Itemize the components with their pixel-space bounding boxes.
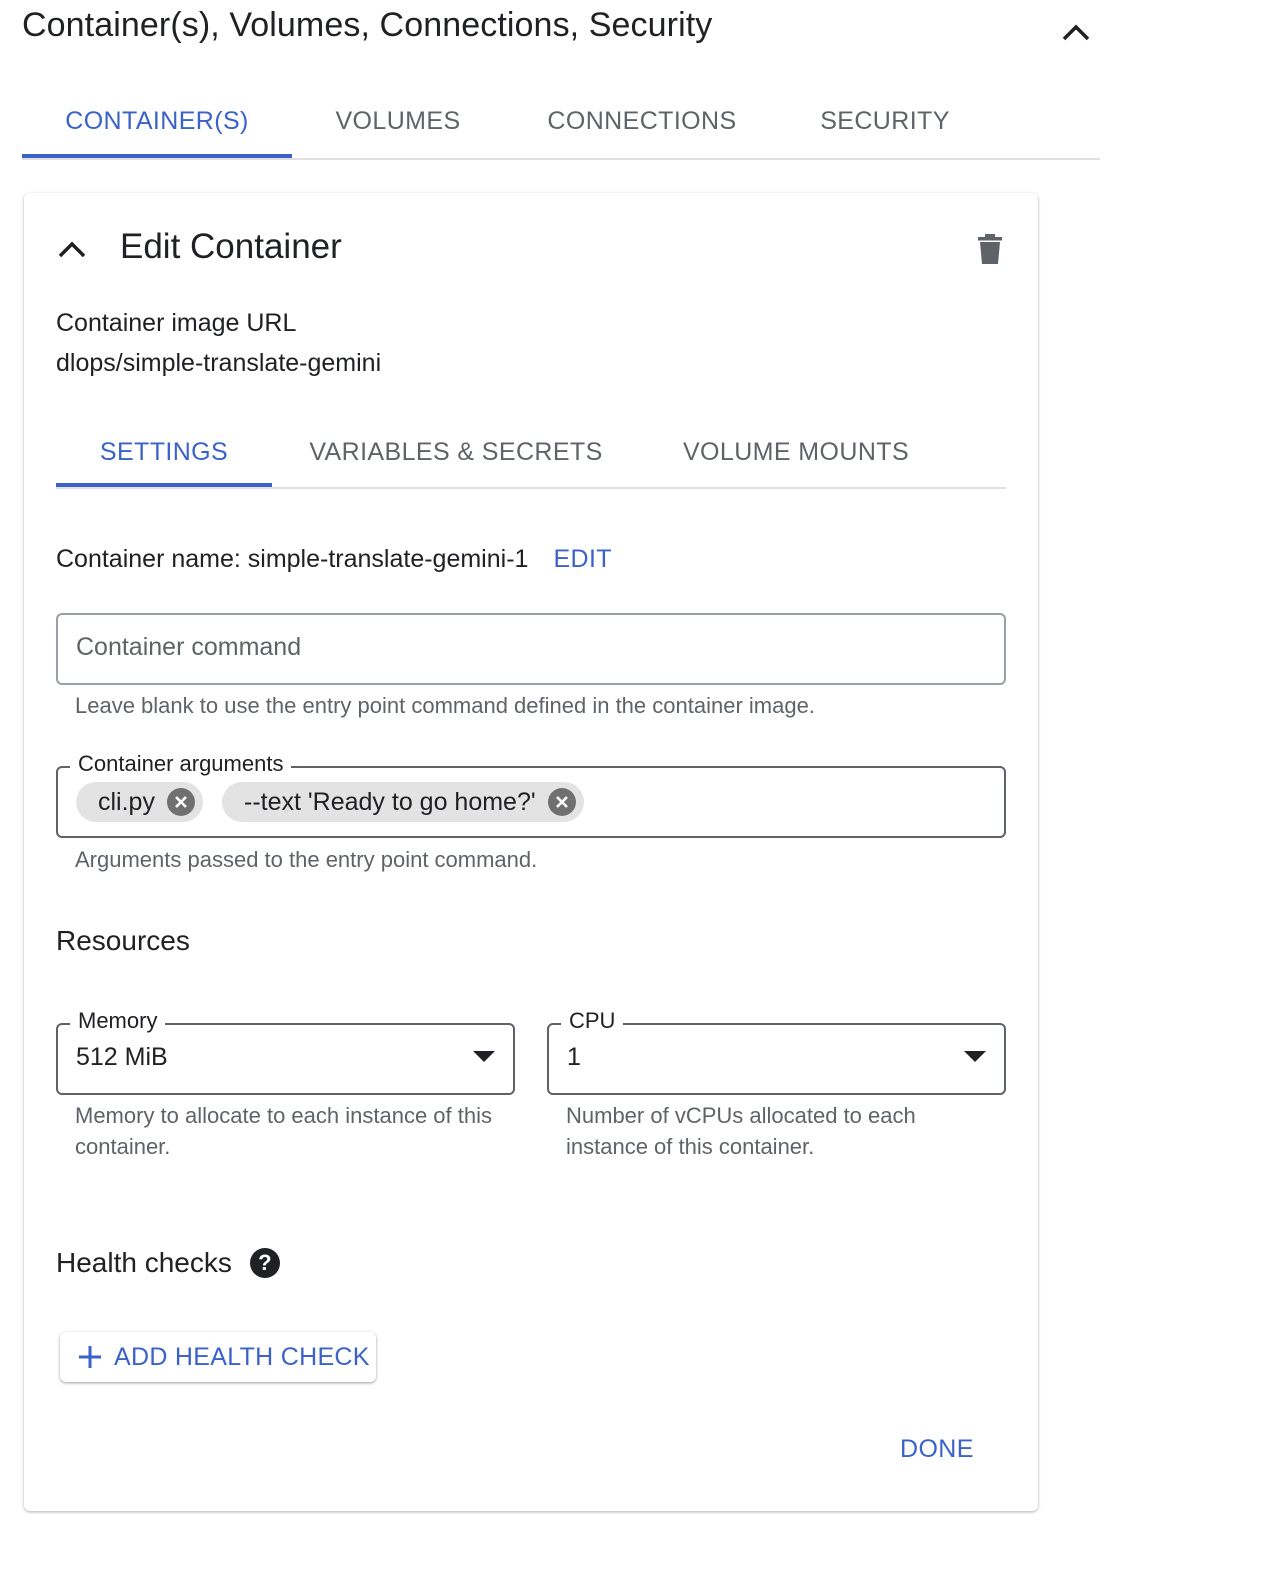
top-tab-bar: CONTAINER(S) VOLUMES CONNECTIONS SECURIT… [22, 86, 1100, 160]
tab-variables-secrets[interactable]: VARIABLES & SECRETS [272, 419, 640, 485]
memory-select[interactable]: Memory 512 MiB [56, 1008, 515, 1095]
container-command-hint: Leave blank to use the entry point comma… [75, 693, 815, 718]
section-title: Container(s), Volumes, Connections, Secu… [22, 6, 713, 44]
close-circle-icon[interactable] [547, 788, 576, 816]
container-arguments-hint: Arguments passed to the entry point comm… [75, 847, 538, 872]
chevron-up-icon [1062, 24, 1090, 41]
health-checks-heading: Health checks ? [56, 1247, 280, 1279]
tab-connections[interactable]: CONNECTIONS [504, 86, 780, 156]
tab-volume-mounts[interactable]: VOLUME MOUNTS [640, 419, 952, 485]
plus-icon [78, 1345, 102, 1369]
page: Container(s), Volumes, Connections, Secu… [0, 0, 1286, 1576]
resources-heading: Resources [56, 925, 190, 956]
edit-container-card: Edit Container Container image URL dlops… [24, 193, 1038, 1511]
memory-hint: Memory to allocate to each instance of t… [75, 1103, 492, 1159]
cpu-select[interactable]: CPU 1 [547, 1008, 1006, 1095]
tab-containers[interactable]: CONTAINER(S) [22, 86, 292, 158]
container-arguments-input[interactable]: Container arguments cli.py --text 'Ready… [56, 751, 1006, 838]
card-title: Edit Container [120, 227, 342, 266]
cpu-label: CPU [561, 1008, 624, 1034]
card-collapse-button[interactable] [52, 229, 92, 269]
tab-security[interactable]: SECURITY [780, 86, 990, 156]
image-url-label: Container image URL [56, 309, 297, 337]
edit-container-name-button[interactable]: EDIT [553, 545, 612, 574]
container-arguments-label: Container arguments [70, 751, 292, 777]
cpu-value: 1 [567, 1043, 581, 1071]
arrow-drop-down-icon [473, 1051, 495, 1062]
argument-chip: cli.py [76, 782, 203, 822]
help-circle-icon[interactable]: ? [249, 1248, 280, 1278]
tab-volumes[interactable]: VOLUMES [292, 86, 504, 156]
close-circle-icon[interactable] [166, 788, 195, 816]
section-collapse-button[interactable] [1056, 12, 1096, 52]
add-health-check-label: ADD HEALTH CHECK [114, 1342, 370, 1371]
container-name-row: Container name: simple-translate-gemini-… [56, 545, 612, 574]
add-health-check-button[interactable]: ADD HEALTH CHECK [60, 1332, 376, 1382]
health-checks-title: Health checks [56, 1247, 232, 1278]
cpu-hint: Number of vCPUs allocated to each instan… [566, 1103, 916, 1159]
argument-chip: --text 'Ready to go home?' [222, 782, 584, 822]
done-button[interactable]: DONE [886, 1429, 988, 1470]
argument-chip-text: cli.py [98, 787, 155, 816]
tab-settings[interactable]: SETTINGS [56, 419, 272, 487]
image-url-value: dlops/simple-translate-gemini [56, 349, 382, 377]
argument-chip-text: --text 'Ready to go home?' [244, 787, 536, 816]
container-command-input[interactable]: Container command [56, 613, 1006, 685]
container-command-placeholder: Container command [76, 633, 302, 661]
trash-icon [978, 234, 1002, 264]
delete-container-button[interactable] [970, 229, 1010, 269]
container-tab-bar: SETTINGS VARIABLES & SECRETS VOLUME MOUN… [56, 419, 1006, 489]
chevron-up-icon [58, 241, 86, 258]
arrow-drop-down-icon [964, 1051, 986, 1062]
container-name-text: Container name: simple-translate-gemini-… [56, 545, 529, 573]
memory-label: Memory [70, 1008, 166, 1034]
memory-value: 512 MiB [76, 1043, 168, 1071]
